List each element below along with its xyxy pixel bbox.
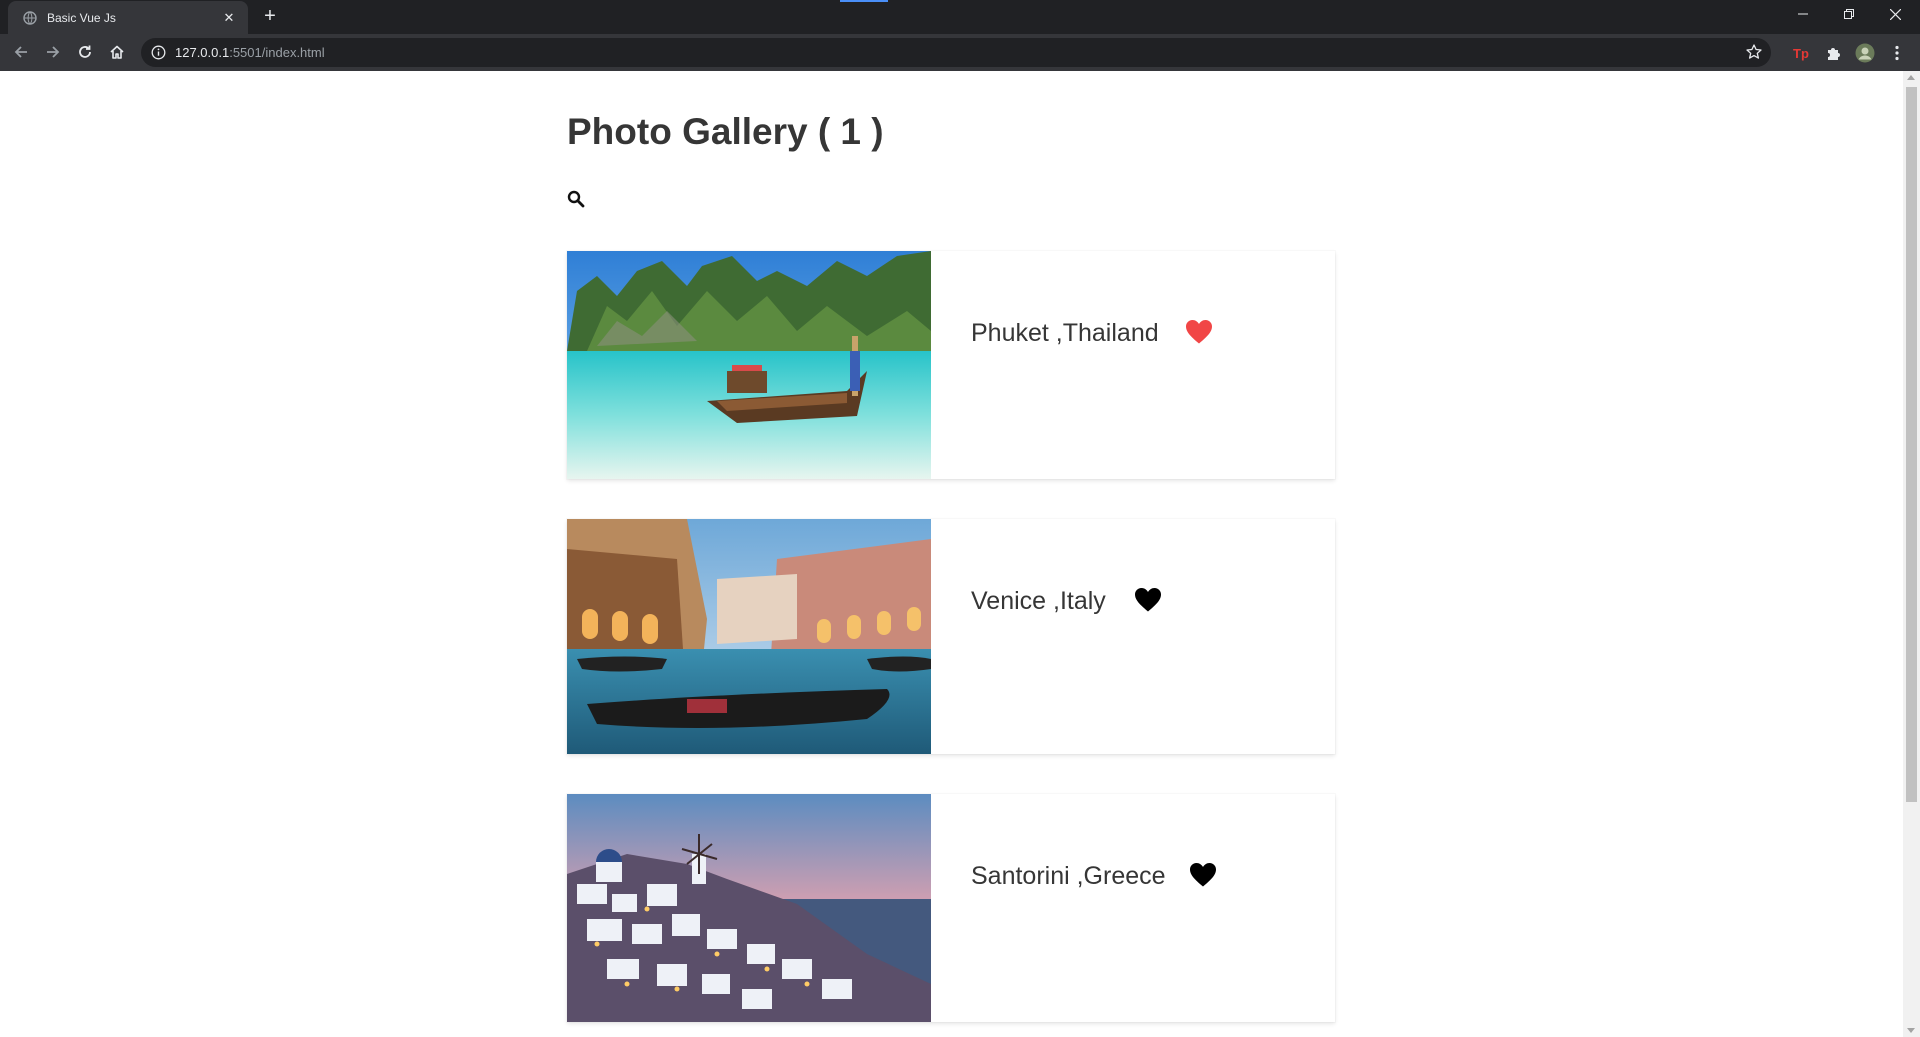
svg-text:Tp: Tp <box>1793 46 1809 61</box>
url-host: 127.0.0.1 <box>175 45 230 60</box>
place-name: Venice ,Italy <box>971 587 1106 615</box>
place-name: Phuket ,Thailand <box>971 319 1159 347</box>
tab-title: Basic Vue Js <box>47 10 116 25</box>
scrollbar-thumb[interactable] <box>1906 87 1917 802</box>
minimize-button[interactable] <box>1780 0 1826 28</box>
bookmark-star-icon[interactable] <box>1745 43 1763 61</box>
browser-tab[interactable]: Basic Vue Js ✕ <box>8 1 248 34</box>
page-scrollbar[interactable] <box>1903 71 1920 1037</box>
gallery-card: Phuket ,Thailand <box>567 251 1335 479</box>
photo-venice <box>567 519 931 754</box>
profile-avatar[interactable] <box>1854 42 1876 64</box>
card-info: Santorini ,Greece <box>931 794 1335 1022</box>
place-name: Santorini ,Greece <box>971 862 1166 890</box>
search-bar <box>567 187 967 211</box>
globe-icon <box>22 10 38 26</box>
home-icon[interactable] <box>104 39 130 65</box>
heart-icon[interactable] <box>1189 862 1217 888</box>
address-bar[interactable]: 127.0.0.1:5501/index.html <box>141 38 1771 67</box>
back-arrow-icon[interactable] <box>8 39 34 65</box>
heart-icon[interactable] <box>1185 319 1213 345</box>
search-icon[interactable] <box>567 190 585 208</box>
browser-menu-icon[interactable] <box>1886 42 1908 64</box>
extensions-puzzle-icon[interactable] <box>1822 42 1844 64</box>
gallery-card: Venice ,Italy <box>567 519 1335 754</box>
card-info: Phuket ,Thailand <box>931 251 1335 479</box>
search-input[interactable] <box>593 190 953 208</box>
close-window-button[interactable] <box>1872 0 1918 28</box>
heart-icon[interactable] <box>1134 587 1162 613</box>
scroll-down-arrow-icon[interactable] <box>1907 1028 1915 1033</box>
tab-close-icon[interactable]: ✕ <box>220 10 238 26</box>
card-info: Venice ,Italy <box>931 519 1335 754</box>
restore-button[interactable] <box>1826 0 1872 28</box>
extension-tp-icon[interactable]: Tp <box>1790 42 1812 64</box>
url-text: 127.0.0.1:5501/index.html <box>175 45 325 60</box>
tab-search-indicator <box>840 0 888 2</box>
photo-phuket <box>567 251 931 479</box>
page-title: Photo Gallery ( 1 ) <box>567 111 884 152</box>
forward-arrow-icon[interactable] <box>40 39 66 65</box>
photo-santorini <box>567 794 931 1022</box>
site-info-icon[interactable] <box>151 45 166 60</box>
url-path: :5501/index.html <box>229 45 325 60</box>
tab-strip: Basic Vue Js ✕ + <box>0 0 1920 34</box>
new-tab-button[interactable]: + <box>258 5 282 29</box>
scroll-up-arrow-icon[interactable] <box>1907 75 1915 80</box>
gallery-card: Santorini ,Greece <box>567 794 1335 1022</box>
reload-icon[interactable] <box>72 39 98 65</box>
page-viewport: Photo Gallery ( 1 ) Phuket ,Thailand Ven… <box>0 71 1903 1037</box>
